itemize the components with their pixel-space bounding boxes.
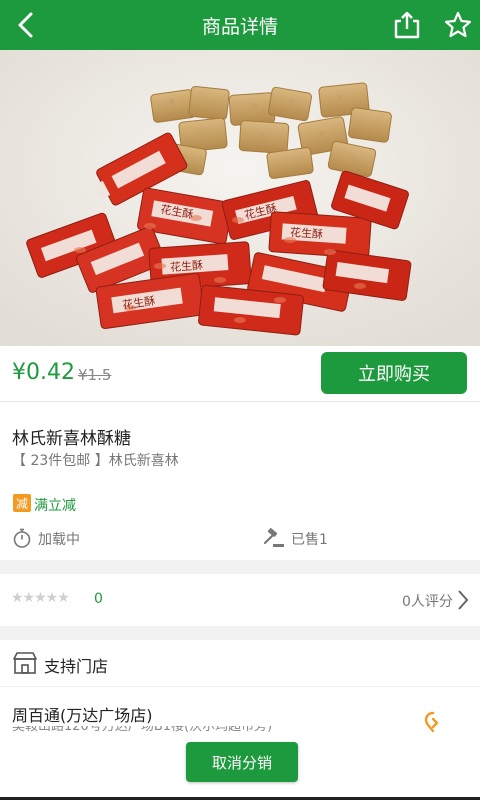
cancel-distribution-button[interactable]: 取消分销: [186, 742, 298, 782]
share-icon[interactable]: [392, 10, 422, 40]
original-price: ¥1.5: [78, 366, 112, 384]
location-icon[interactable]: [423, 710, 443, 734]
buy-now-button[interactable]: 立即购买: [321, 352, 467, 394]
back-arrow-icon[interactable]: [12, 10, 42, 40]
product-subtitle: 【 23件包邮 】林氏新喜林: [12, 453, 179, 469]
wrapper-label: 花生酥: [170, 258, 204, 274]
wrapper-label: 花生酥: [290, 225, 324, 241]
sold-count: 已售1: [291, 532, 328, 548]
product-info: 林氏新喜林酥糖 【 23件包邮 】林氏新喜林 减 满立减 加载中 已售1: [0, 402, 480, 560]
rating-score: 0: [94, 591, 103, 607]
store-name[interactable]: 周百通(万达广场店): [12, 702, 153, 726]
gavel-icon: [263, 528, 284, 547]
countdown-text: 加载中: [38, 532, 80, 548]
promo-text: 满立减: [34, 498, 76, 514]
top-bar: 商品详情: [0, 0, 480, 50]
star-icon[interactable]: [443, 10, 473, 40]
stores-title: 支持门店: [44, 657, 109, 676]
stopwatch-icon: [13, 528, 31, 548]
current-price: ¥0.42: [12, 360, 75, 385]
rating-row[interactable]: ★★★★★ 0 0人评分: [0, 574, 480, 626]
review-count: 0人评分: [402, 594, 453, 610]
product-photo[interactable]: 花生酥 花生酥 花生酥 花生酥 花生酥: [0, 50, 480, 346]
store-icon: [13, 652, 37, 674]
chevron-right-icon: [458, 590, 469, 610]
page-title: 商品详情: [201, 15, 278, 38]
product-name: 林氏新喜林酥糖: [12, 429, 131, 449]
divider: [0, 686, 480, 687]
rating-stars: ★★★★★: [11, 590, 70, 606]
discount-badge: 减: [13, 494, 31, 512]
store-address: 吴鞍山路120号万达广场B1楼(沃尔玛超市旁): [12, 726, 273, 734]
peanut-candy-illustration: 花生酥 花生酥 花生酥 花生酥 花生酥: [0, 50, 480, 346]
price-bar: ¥0.42 ¥1.5 立即购买: [0, 346, 480, 402]
